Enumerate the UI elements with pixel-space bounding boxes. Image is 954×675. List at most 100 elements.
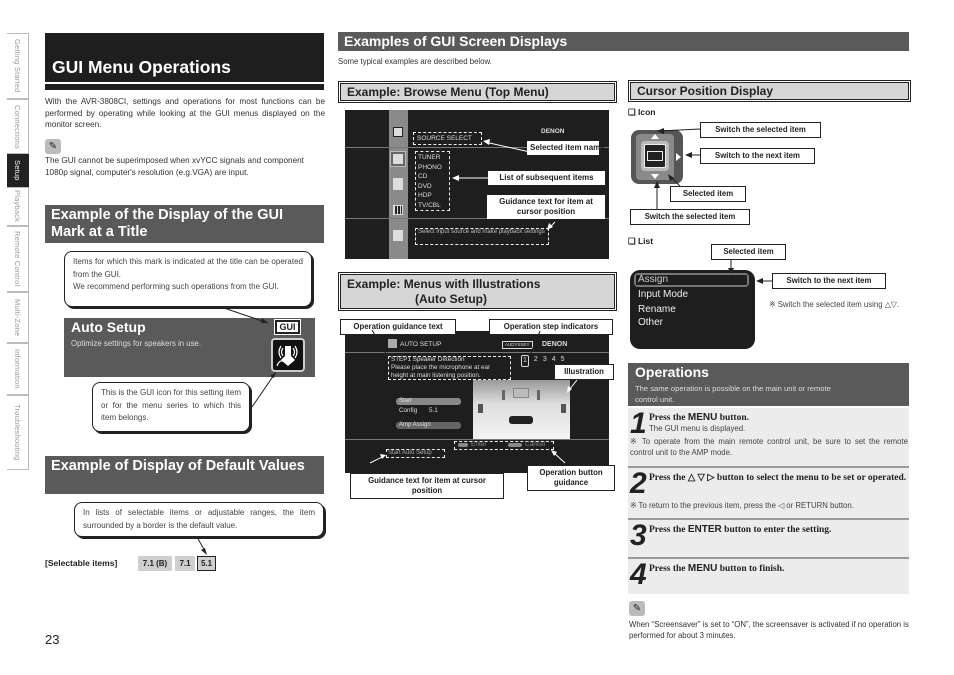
list-item[interactable]: CD (418, 172, 442, 182)
brand-logo: DENON (541, 128, 565, 135)
list-item[interactable]: PHONO (418, 163, 442, 173)
step-number: 2 (630, 467, 647, 500)
label-illustration: Illustration (554, 364, 614, 380)
side-tab-setup[interactable]: Setup (7, 154, 29, 187)
step-text: button to finish. (717, 564, 785, 574)
operations-header: Operations The same operation is possibl… (628, 363, 909, 406)
intro-text: With the AVR-3808CI, settings and operat… (45, 97, 325, 129)
screen-title: AUTO SETUP (400, 341, 442, 348)
list-subheading: ❑ List (628, 236, 654, 246)
label-cursor-guidance: Guidance text for item at cursor positio… (350, 473, 504, 499)
heading-line: Example: Menus with Illustrations (347, 277, 541, 291)
source-icon-selected (390, 151, 406, 167)
list-item[interactable]: TUNER (418, 153, 442, 163)
menu-item-label: Config (399, 407, 418, 414)
speaker-shape (537, 390, 540, 400)
guide-line: STEP1 Speaker Detection (391, 356, 465, 363)
label-list-subsequent: List of subsequent items (488, 171, 605, 185)
step-text: Press the (649, 525, 688, 535)
side-tab-information[interactable]: Information (7, 343, 29, 395)
page-number: 23 (45, 632, 60, 647)
speaker-shape (561, 404, 566, 413)
auto-setup-example: Auto Setup Optimize settings for speaker… (64, 318, 315, 377)
list-item[interactable]: DVD (418, 182, 442, 192)
divider (345, 352, 609, 353)
step-number: 4 (630, 558, 647, 591)
list-item-selected[interactable]: Assign (638, 274, 668, 286)
step-number: 3 (630, 519, 647, 552)
label-selected-item-name: Selected item name (527, 141, 605, 155)
right-arrow-icon[interactable] (676, 153, 681, 161)
gui-badge: GUI (274, 319, 301, 335)
side-tab-playback[interactable]: Playback (7, 187, 29, 226)
label-list-next: Switch to the next item (772, 273, 886, 289)
title-underline (45, 84, 324, 90)
pencil-icon: ✎ (629, 601, 645, 616)
movie-music-icon (644, 144, 666, 168)
enter-label: Enter (471, 441, 487, 448)
brand-logo: DENON (542, 341, 568, 348)
list-item[interactable]: Other (638, 317, 663, 329)
list-item[interactable]: Rename (638, 304, 676, 316)
side-tab-remote-control[interactable]: Remote Control (7, 226, 29, 292)
button-keyword: ENTER (687, 524, 722, 535)
examples-subtitle: Some typical examples are described belo… (338, 57, 492, 66)
operation-step-3: 3 Press the ENTER button to enter the se… (628, 519, 909, 557)
heading-line: (Auto Setup) (415, 292, 487, 306)
operations-title: Operations (635, 364, 709, 380)
audyssey-logo: AUDYSSEY (502, 341, 533, 349)
menu-item-start[interactable]: Start (396, 398, 461, 405)
step-indicator-active: 1 (521, 355, 529, 367)
note-text: The GUI cannot be superimposed when xvYC… (45, 156, 304, 177)
side-tab-label: Setup (13, 160, 22, 181)
side-tab-troubleshooting[interactable]: Troubleshooting (7, 395, 29, 470)
step-note: ※ To operate from the main remote contro… (630, 437, 908, 457)
up-arrow-icon[interactable] (651, 134, 659, 139)
page-title: GUI Menu Operations (45, 33, 324, 82)
pencil-icon: ✎ (45, 139, 61, 154)
gui-icon-callout: This is the GUI icon for this setting it… (92, 382, 250, 432)
browse-guidance-text: Select input source and make playback se… (418, 229, 545, 235)
operations-subtitle: The same operation is possible on the ma… (635, 384, 831, 404)
list-item[interactable]: TV/CBL (418, 201, 442, 211)
side-tab-label: Playback (13, 190, 22, 223)
label-button-guidance: Operation button guidance (527, 465, 615, 491)
side-tab-label: Getting Started (13, 39, 22, 93)
equalizer-icon (393, 205, 403, 215)
picture-icon (393, 127, 403, 137)
label-icon-down: Switch the selected item (630, 209, 750, 225)
list-item[interactable]: HDP (418, 191, 442, 201)
setup-icon (393, 230, 403, 241)
room-illustration (473, 380, 570, 439)
selected-item-name: SOURCE SELECT (417, 135, 472, 142)
operation-step-1: 1 Press the MENU button. The GUI menu is… (628, 407, 909, 466)
default-values-callout: In lists of selectable items or adjustab… (74, 502, 324, 537)
label-icon-selected: Selected item (670, 186, 746, 202)
side-tab-label: Troubleshooting (13, 404, 22, 461)
examples-heading: Examples of GUI Screen Displays (338, 32, 909, 51)
step-note: ※ To return to the previous item, press … (630, 501, 854, 510)
step-indicator: 3 (542, 356, 547, 363)
side-tab-getting-started[interactable]: Getting Started (7, 33, 29, 99)
auto-setup-screen: AUTO SETUP AUDYSSEY DENON STEP1 Speaker … (345, 331, 609, 473)
selectable-item-default: 5.1 (197, 556, 216, 571)
guide-line: Please place the microphone at ear (391, 364, 491, 371)
step-title: Press the MENU button. (649, 412, 749, 423)
label-op-guidance: Operation guidance text (340, 319, 456, 335)
label-list-selected: Selected item (711, 244, 786, 260)
down-arrow-icon[interactable] (651, 174, 659, 179)
step-title: Press the MENU button to finish. (649, 563, 784, 574)
bottom-guidance-text: Start Auto Setup (388, 450, 432, 456)
list-item[interactable]: Input Mode (638, 289, 688, 301)
side-tab-connections[interactable]: Connections (7, 99, 29, 154)
side-tab-multi-zone[interactable]: Multi-Zone (7, 292, 29, 343)
side-tab-label: Connections (13, 104, 22, 149)
step-subtext: The GUI menu is displayed. (649, 424, 746, 433)
label-step-indicators: Operation step indicators (489, 319, 613, 335)
list-menu: Assign Input Mode Rename Other (630, 270, 755, 349)
film-shape (647, 151, 663, 161)
cursor-position-heading: Cursor Position Display (628, 80, 911, 102)
menu-item-amp-assign[interactable]: Amp Assign (396, 422, 461, 429)
auto-setup-title: Auto Setup (71, 319, 146, 335)
step-number: 1 (630, 407, 647, 440)
